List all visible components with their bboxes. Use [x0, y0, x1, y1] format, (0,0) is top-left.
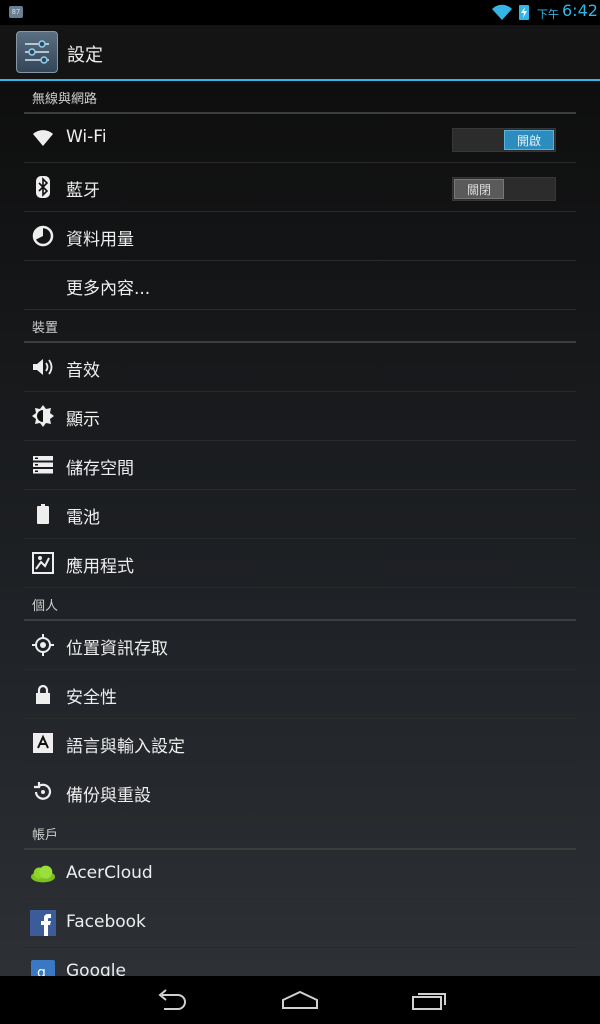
lock-icon	[30, 682, 56, 706]
settings-item-facebook[interactable]: Facebook	[24, 899, 576, 948]
settings-item-data-usage[interactable]: 資料用量	[24, 212, 576, 261]
settings-item-label: 位置資訊存取	[66, 639, 168, 659]
settings-item-backup[interactable]: 備份與重設	[24, 768, 576, 817]
section-header-label: 個人	[32, 599, 59, 614]
bluetooth-icon	[30, 175, 56, 199]
settings-item-acercloud[interactable]: AcerCloud	[24, 850, 576, 899]
settings-item-label: Google	[66, 961, 126, 976]
language-icon	[30, 731, 56, 755]
section-header-accounts: 帳戶	[24, 817, 576, 850]
settings-item-label: 音效	[66, 361, 100, 381]
settings-item-label: 藍牙	[66, 181, 100, 201]
section-header-label: 無線與網路	[32, 92, 98, 107]
settings-item-language[interactable]: 語言與輸入設定	[24, 719, 576, 768]
battery-charging-icon	[519, 5, 529, 20]
settings-app-icon[interactable]	[16, 31, 58, 73]
settings-item-label: 備份與重設	[66, 786, 151, 806]
wifi-toggle-state: 開啟	[504, 130, 554, 150]
settings-item-label: 應用程式	[66, 557, 134, 577]
data-usage-icon	[30, 224, 56, 248]
settings-item-wifi[interactable]: Wi-Fi 開啟	[24, 114, 576, 163]
section-header-wireless: 無線與網路	[24, 81, 576, 114]
backup-icon	[30, 780, 56, 804]
svg-text:g: g	[37, 965, 46, 976]
wifi-toggle[interactable]: 開啟	[452, 128, 556, 152]
section-header-label: 帳戶	[32, 828, 59, 843]
settings-item-label: Wi-Fi	[66, 127, 107, 147]
google-icon: g	[30, 960, 56, 976]
location-icon	[30, 633, 56, 657]
settings-item-label: 語言與輸入設定	[66, 737, 185, 757]
volume-icon	[30, 355, 56, 379]
settings-item-security[interactable]: 安全性	[24, 670, 576, 719]
settings-list[interactable]: 無線與網路 Wi-Fi 開啟 藍牙 關閉 資料用量 更多內容... 裝置 音效 …	[0, 81, 600, 976]
settings-item-label: 電池	[66, 508, 100, 528]
page-title: 設定	[67, 45, 103, 66]
facebook-icon	[30, 910, 56, 936]
section-header-personal: 個人	[24, 588, 576, 621]
settings-item-apps[interactable]: 應用程式	[24, 539, 576, 588]
apps-icon	[30, 551, 56, 575]
settings-item-label: AcerCloud	[66, 863, 153, 883]
settings-item-google[interactable]: g Google	[24, 948, 576, 976]
recent-apps-icon[interactable]	[410, 986, 450, 1014]
status-bar: 87 下午 6:42	[0, 0, 600, 25]
bluetooth-toggle[interactable]: 關閉	[452, 177, 556, 201]
bluetooth-toggle-state: 關閉	[454, 179, 504, 199]
settings-item-label: 資料用量	[66, 230, 134, 250]
wifi-status-icon	[492, 4, 512, 20]
home-icon[interactable]	[280, 986, 320, 1014]
settings-item-label: 儲存空間	[66, 459, 134, 479]
settings-item-battery[interactable]: 電池	[24, 490, 576, 539]
settings-item-sound[interactable]: 音效	[24, 343, 576, 392]
settings-item-location[interactable]: 位置資訊存取	[24, 621, 576, 670]
acercloud-icon	[30, 862, 56, 886]
settings-item-label: 更多內容...	[66, 279, 151, 299]
settings-item-label: 顯示	[66, 410, 100, 430]
back-icon[interactable]	[152, 986, 192, 1014]
settings-item-label: 安全性	[66, 688, 117, 708]
battery-icon	[30, 502, 56, 526]
status-time: 6:42	[562, 1, 598, 20]
settings-item-more[interactable]: 更多內容...	[24, 261, 576, 310]
settings-item-display[interactable]: 顯示	[24, 392, 576, 441]
action-bar: 設定	[0, 25, 600, 81]
section-header-device: 裝置	[24, 310, 576, 343]
settings-item-bluetooth[interactable]: 藍牙 關閉	[24, 163, 576, 212]
wifi-icon	[30, 126, 56, 150]
settings-item-storage[interactable]: 儲存空間	[24, 441, 576, 490]
brightness-icon	[30, 404, 56, 428]
storage-icon	[30, 453, 56, 477]
notification-icon[interactable]: 87	[9, 6, 23, 18]
section-header-label: 裝置	[32, 321, 59, 336]
settings-item-label: Facebook	[66, 912, 146, 932]
navigation-bar	[0, 976, 600, 1024]
status-ampm: 下午	[537, 8, 559, 21]
